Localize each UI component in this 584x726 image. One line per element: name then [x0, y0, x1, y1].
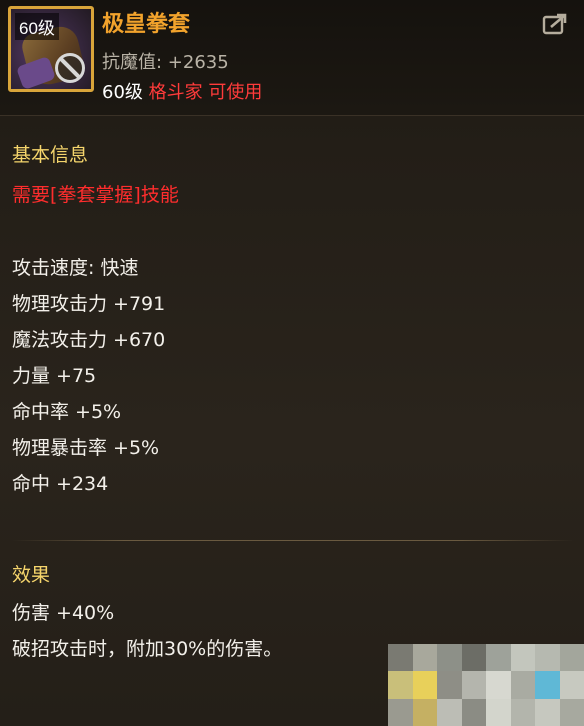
item-tooltip-panel: 60级 极皇拳套 抗魔值: +2635 60级 格斗家 可使用 基本信息 需要[… — [0, 0, 584, 726]
basic-info-title: 基本信息 — [12, 144, 89, 166]
stat-hit-rate: 命中率 +5% — [12, 401, 122, 423]
pixelated-watermark — [388, 644, 584, 726]
effect-damage: 伤害 +40% — [12, 602, 115, 624]
usable-status: 可使用 — [208, 82, 263, 103]
item-name: 极皇拳套 — [102, 12, 191, 37]
prohibited-icon — [55, 53, 85, 83]
item-icon[interactable]: 60级 — [8, 6, 94, 92]
stat-physical-crit: 物理暴击率 +5% — [12, 437, 160, 459]
skill-requirement: 需要[拳套掌握]技能 — [12, 184, 179, 206]
requirement-line: 60级 格斗家 可使用 — [102, 78, 262, 104]
item-header: 60级 极皇拳套 抗魔值: +2635 60级 格斗家 可使用 — [0, 0, 584, 116]
stat-attack-speed: 攻击速度: 快速 — [12, 257, 139, 279]
effect-counter-damage: 破招攻击时，附加30%的伤害。 — [12, 638, 283, 660]
stat-strength: 力量 +75 — [12, 365, 97, 387]
stat-magic-attack: 魔法攻击力 +670 — [12, 329, 166, 351]
gauntlet-cuff — [15, 55, 57, 89]
share-icon[interactable] — [542, 12, 568, 36]
item-level-badge: 60级 — [15, 13, 59, 40]
effect-title: 效果 — [12, 564, 51, 586]
magic-resist-value: 抗魔值: +2635 — [102, 52, 229, 73]
required-level: 60级 — [102, 82, 143, 103]
section-divider — [12, 540, 574, 541]
stat-physical-attack: 物理攻击力 +791 — [12, 293, 166, 315]
required-class: 格斗家 — [148, 82, 203, 103]
stat-hit: 命中 +234 — [12, 473, 109, 495]
